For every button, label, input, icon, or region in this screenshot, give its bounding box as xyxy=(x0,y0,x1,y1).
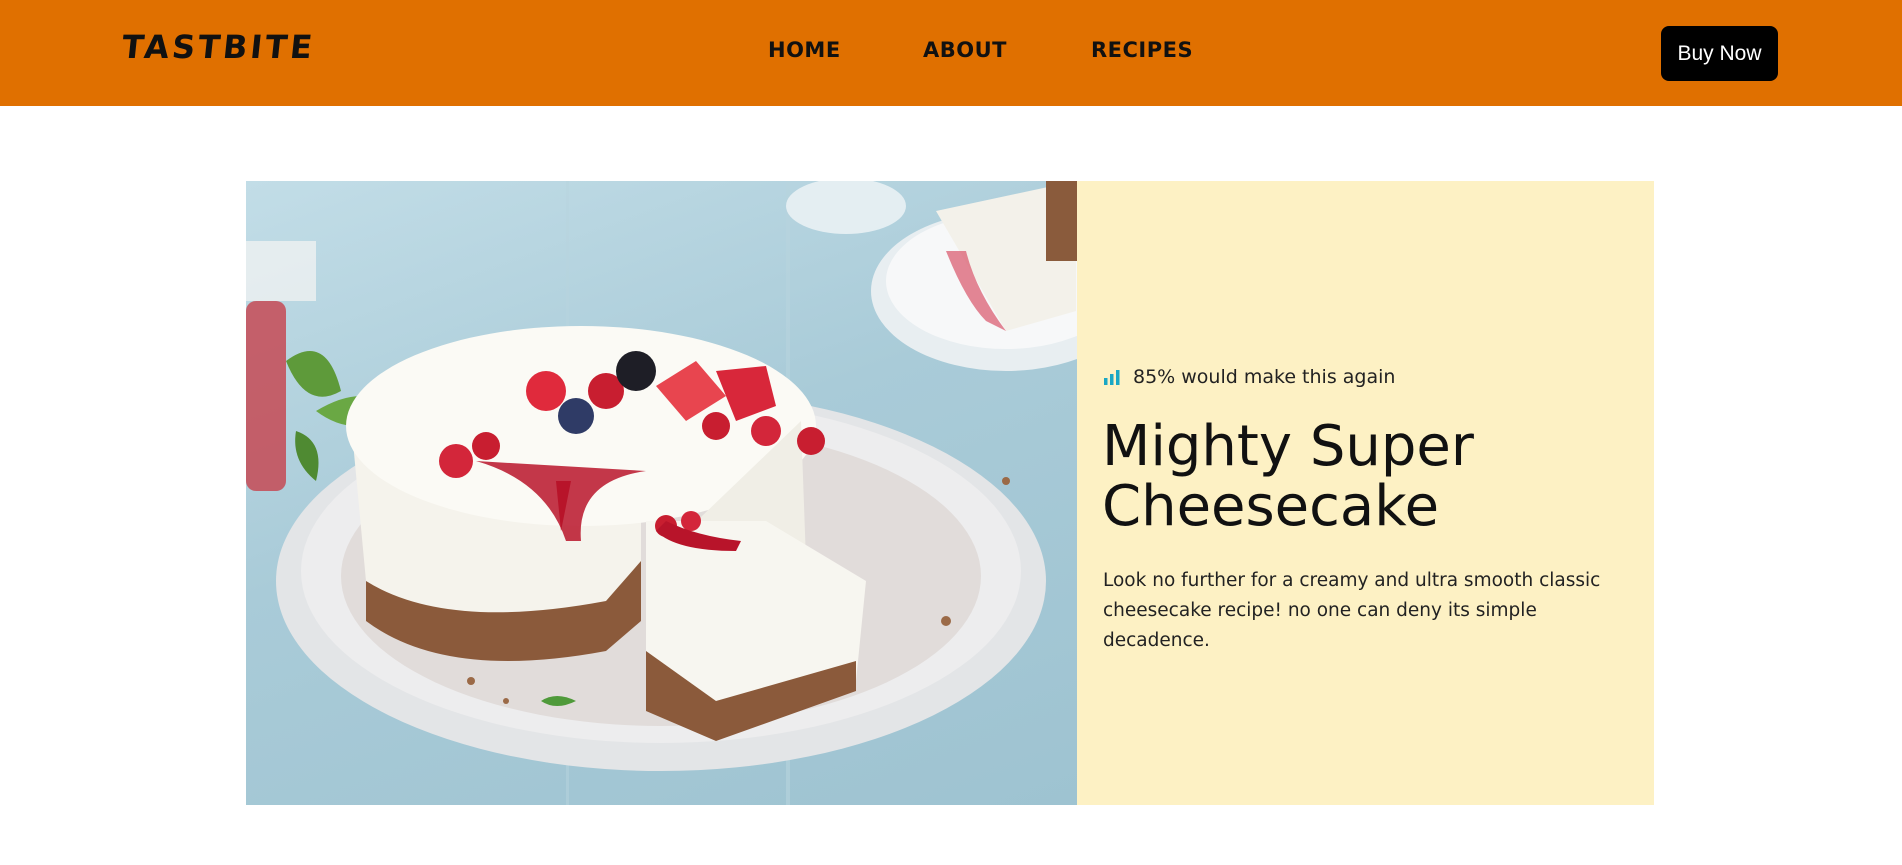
nav-link-recipes[interactable]: RECIPES xyxy=(1091,38,1193,62)
site-header: TASTBITE HOME ABOUT RECIPES Buy Now xyxy=(0,0,1902,106)
cheesecake-illustration xyxy=(246,181,1077,805)
recipe-info-panel: 85% would make this again Mighty Super C… xyxy=(1077,181,1654,805)
chart-bars-icon xyxy=(1104,370,1120,385)
site-logo[interactable]: TASTBITE xyxy=(120,28,317,66)
recipe-description: Look no further for a creamy and ultra s… xyxy=(1103,570,1601,651)
rating-stat: 85% would make this again xyxy=(1103,366,1395,388)
recipe-title: Mighty Super Cheesecake xyxy=(1102,414,1474,539)
buy-now-button[interactable]: Buy Now xyxy=(1661,26,1778,81)
rating-text: 85% would make this again xyxy=(1133,366,1396,388)
recipe-card: 85% would make this again Mighty Super C… xyxy=(246,181,1654,805)
cheesecake-image xyxy=(246,181,1077,805)
nav-link-about[interactable]: ABOUT xyxy=(923,38,1007,62)
nav-link-home[interactable]: HOME xyxy=(768,38,841,62)
